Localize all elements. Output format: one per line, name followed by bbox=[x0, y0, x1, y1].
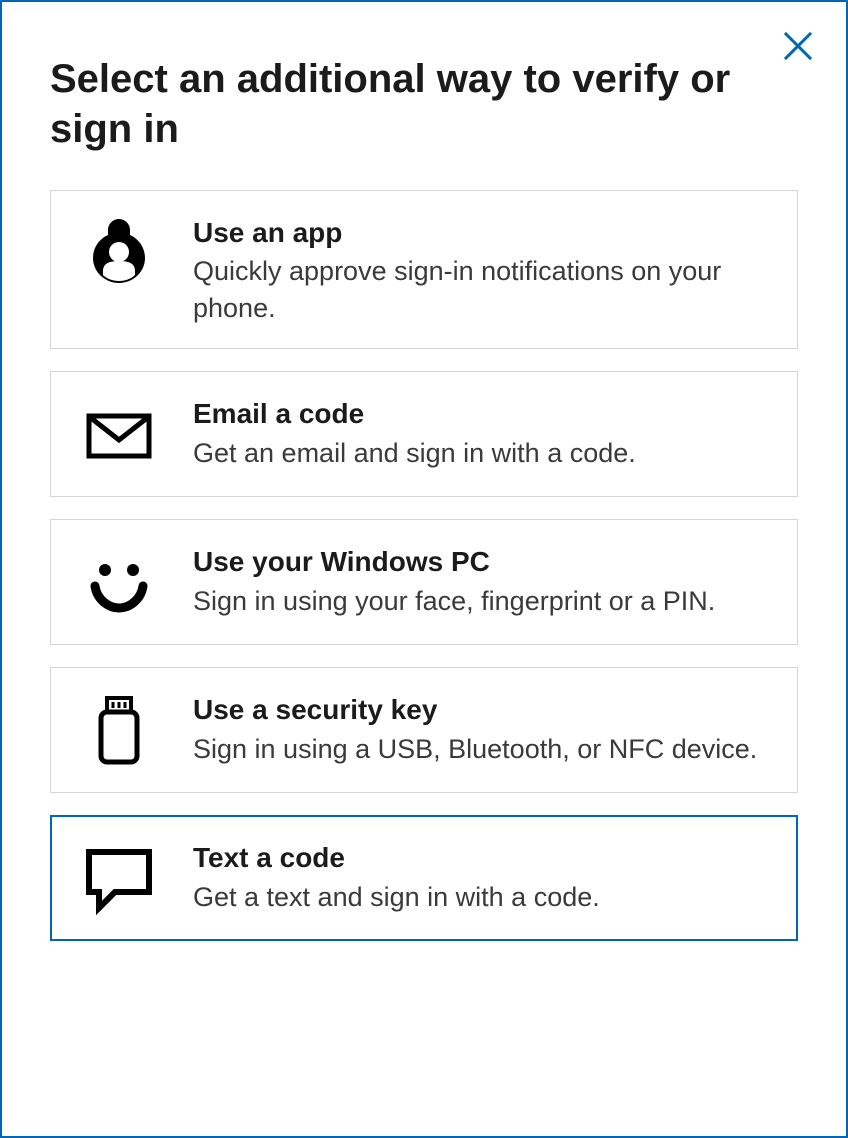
text-message-icon bbox=[73, 838, 165, 918]
option-use-app[interactable]: Use an app Quickly approve sign-in notif… bbox=[50, 190, 798, 349]
option-windows-pc[interactable]: Use your Windows PC Sign in using your f… bbox=[50, 519, 798, 645]
option-title: Use an app bbox=[193, 215, 769, 251]
verification-method-dialog: Select an additional way to verify or si… bbox=[0, 0, 848, 1138]
option-text-code[interactable]: Text a code Get a text and sign in with … bbox=[50, 815, 798, 941]
option-title: Use a security key bbox=[193, 692, 769, 728]
option-text: Use an app Quickly approve sign-in notif… bbox=[193, 213, 769, 326]
option-text: Use a security key Sign in using a USB, … bbox=[193, 690, 769, 767]
authenticator-app-icon bbox=[73, 213, 165, 293]
windows-hello-icon bbox=[73, 542, 165, 622]
close-button[interactable] bbox=[778, 26, 818, 66]
option-title: Email a code bbox=[193, 396, 769, 432]
option-security-key[interactable]: Use a security key Sign in using a USB, … bbox=[50, 667, 798, 793]
option-description: Sign in using your face, fingerprint or … bbox=[193, 583, 769, 619]
security-key-icon bbox=[73, 690, 165, 770]
close-icon bbox=[782, 30, 814, 62]
options-list: Use an app Quickly approve sign-in notif… bbox=[50, 190, 798, 941]
email-icon bbox=[73, 394, 165, 474]
option-text: Text a code Get a text and sign in with … bbox=[193, 838, 769, 915]
option-email-code[interactable]: Email a code Get an email and sign in wi… bbox=[50, 371, 798, 497]
option-text: Email a code Get an email and sign in wi… bbox=[193, 394, 769, 471]
option-title: Use your Windows PC bbox=[193, 544, 769, 580]
option-description: Sign in using a USB, Bluetooth, or NFC d… bbox=[193, 731, 769, 767]
dialog-title: Select an additional way to verify or si… bbox=[50, 54, 798, 154]
option-description: Get a text and sign in with a code. bbox=[193, 879, 769, 915]
option-description: Get an email and sign in with a code. bbox=[193, 435, 769, 471]
option-title: Text a code bbox=[193, 840, 769, 876]
option-text: Use your Windows PC Sign in using your f… bbox=[193, 542, 769, 619]
option-description: Quickly approve sign-in notifications on… bbox=[193, 253, 769, 326]
